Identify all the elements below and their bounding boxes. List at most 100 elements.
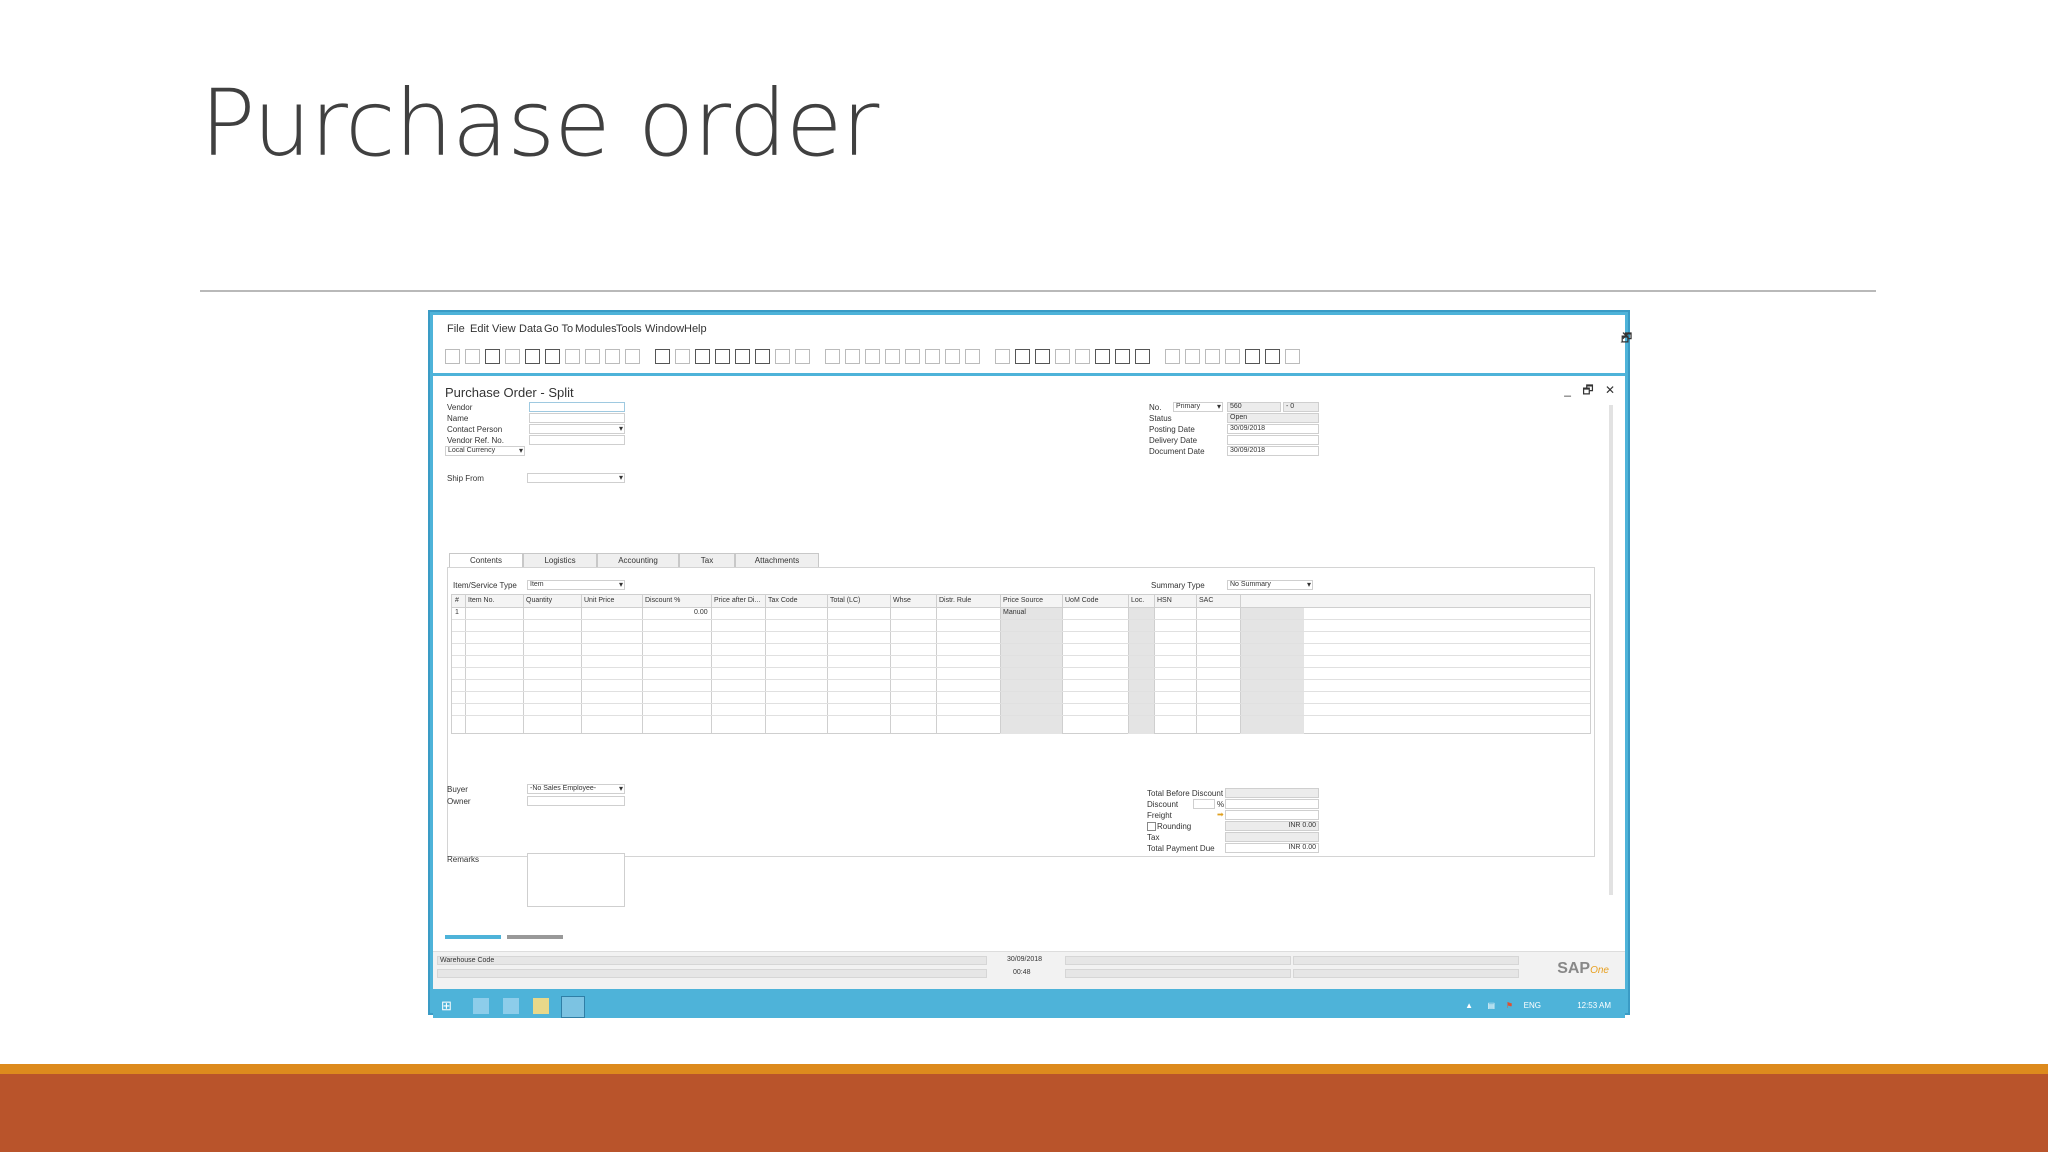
col-hsn[interactable]: HSN: [1157, 597, 1172, 604]
group-icon[interactable]: [1205, 349, 1220, 364]
msg-icon[interactable]: [1095, 349, 1110, 364]
base-icon[interactable]: [845, 349, 860, 364]
tab-accounting[interactable]: Accounting: [597, 553, 679, 567]
doc-close-icon[interactable]: ✕: [1605, 383, 1615, 397]
filter-icon[interactable]: [795, 349, 810, 364]
menu-edit[interactable]: Edit: [470, 323, 489, 335]
calc-icon[interactable]: [1135, 349, 1150, 364]
series-select[interactable]: Primary: [1173, 402, 1223, 412]
network-icon[interactable]: ▤: [1487, 1001, 1495, 1010]
menu-window[interactable]: Window: [645, 323, 684, 335]
col-tax-code[interactable]: Tax Code: [768, 597, 798, 604]
vendor-ref-field[interactable]: [529, 435, 625, 445]
menu-modules[interactable]: Modules: [575, 323, 617, 335]
user-icon[interactable]: [1185, 349, 1200, 364]
attach-icon[interactable]: [925, 349, 940, 364]
target-icon[interactable]: [865, 349, 880, 364]
email-icon[interactable]: [485, 349, 500, 364]
row1-price-source[interactable]: Manual: [1003, 609, 1026, 616]
col-price-after-discount[interactable]: Price after Di...: [714, 597, 760, 604]
chart-icon[interactable]: [1225, 349, 1240, 364]
doc-restore-icon[interactable]: 🗗: [1582, 383, 1593, 397]
alert-icon[interactable]: [1075, 349, 1090, 364]
printer-icon[interactable]: [525, 349, 540, 364]
tab-attachments[interactable]: Attachments: [735, 553, 819, 567]
export-icon[interactable]: [995, 349, 1010, 364]
col-item-no[interactable]: Item No.: [468, 597, 494, 604]
word-icon[interactable]: [565, 349, 580, 364]
last-icon[interactable]: [755, 349, 770, 364]
print-icon[interactable]: [465, 349, 480, 364]
doc-number-field[interactable]: 560: [1227, 402, 1281, 412]
new-icon[interactable]: [445, 349, 460, 364]
tab-contents[interactable]: Contents: [449, 553, 523, 567]
tab-tax[interactable]: Tax: [679, 553, 735, 567]
freight-arrow-icon[interactable]: ➡: [1217, 810, 1224, 819]
menu-file[interactable]: File: [447, 323, 465, 335]
summary-type-select[interactable]: No Summary: [1227, 580, 1313, 590]
calendar-icon[interactable]: [1115, 349, 1130, 364]
start-icon[interactable]: ⊞: [441, 998, 457, 1014]
col-uom-code[interactable]: UoM Code: [1065, 597, 1098, 604]
preview-icon[interactable]: [505, 349, 520, 364]
prev-icon[interactable]: [715, 349, 730, 364]
delivery-date-field[interactable]: [1227, 435, 1319, 445]
sort-icon[interactable]: [825, 349, 840, 364]
folder-icon[interactable]: [533, 998, 549, 1014]
flag-icon[interactable]: ⚑: [1506, 1001, 1513, 1010]
menu-data[interactable]: Data: [519, 323, 542, 335]
find-icon[interactable]: [655, 349, 670, 364]
balance-icon[interactable]: [945, 349, 960, 364]
menu-tools[interactable]: Tools: [616, 323, 642, 335]
menu-help[interactable]: Help: [684, 323, 707, 335]
pdf-icon[interactable]: [1265, 349, 1280, 364]
col-total-lc[interactable]: Total (LC): [830, 597, 860, 604]
copy-icon[interactable]: [885, 349, 900, 364]
settings-icon[interactable]: [1055, 349, 1070, 364]
rounding-checkbox[interactable]: [1147, 822, 1156, 831]
owner-field[interactable]: [527, 796, 625, 806]
col-sac[interactable]: SAC: [1199, 597, 1213, 604]
freight-field[interactable]: [1225, 810, 1319, 820]
add-icon[interactable]: [675, 349, 690, 364]
first-icon[interactable]: [695, 349, 710, 364]
contact-field[interactable]: [529, 424, 625, 434]
remarks-textarea[interactable]: [527, 853, 625, 907]
graph-icon[interactable]: [1245, 349, 1260, 364]
cancel-button-bar[interactable]: [507, 935, 563, 939]
ship-from-select[interactable]: [527, 473, 625, 483]
add-button-bar[interactable]: [445, 935, 501, 939]
edit-icon[interactable]: [1015, 349, 1030, 364]
table-icon[interactable]: [1165, 349, 1180, 364]
language-indicator[interactable]: ENG: [1524, 1001, 1541, 1010]
cross-icon[interactable]: [605, 349, 620, 364]
currency-select[interactable]: Local Currency: [445, 446, 525, 456]
discount-pct-field[interactable]: [1193, 799, 1215, 809]
tray-chevron-icon[interactable]: ▲: [1465, 1001, 1473, 1010]
col-loc[interactable]: Loc.: [1131, 597, 1144, 604]
app-icon[interactable]: [503, 998, 519, 1014]
report-icon[interactable]: [965, 349, 980, 364]
excel-icon[interactable]: [545, 349, 560, 364]
col-discount[interactable]: Discount %: [645, 597, 680, 604]
col-unit-price[interactable]: Unit Price: [584, 597, 614, 604]
menu-view[interactable]: View: [492, 323, 516, 335]
col-num[interactable]: #: [455, 597, 459, 604]
refresh-icon[interactable]: [775, 349, 790, 364]
vertical-scrollbar[interactable]: [1609, 405, 1613, 895]
name-field[interactable]: [529, 413, 625, 423]
doc-minimize-icon[interactable]: _: [1564, 383, 1571, 397]
vendor-field[interactable]: [529, 402, 625, 412]
form-icon[interactable]: [1035, 349, 1050, 364]
help-icon[interactable]: [1285, 349, 1300, 364]
row1-discount[interactable]: 0.00: [694, 609, 708, 616]
col-distr-rule[interactable]: Distr. Rule: [939, 597, 971, 604]
sap-task-icon[interactable]: [561, 996, 585, 1018]
next-icon[interactable]: [735, 349, 750, 364]
discount-amount-field[interactable]: [1225, 799, 1319, 809]
doc-icon[interactable]: [585, 349, 600, 364]
link-icon[interactable]: [905, 349, 920, 364]
menu-goto[interactable]: Go To: [544, 323, 573, 335]
buyer-select[interactable]: -No Sales Employee-: [527, 784, 625, 794]
explorer-icon[interactable]: [473, 998, 489, 1014]
